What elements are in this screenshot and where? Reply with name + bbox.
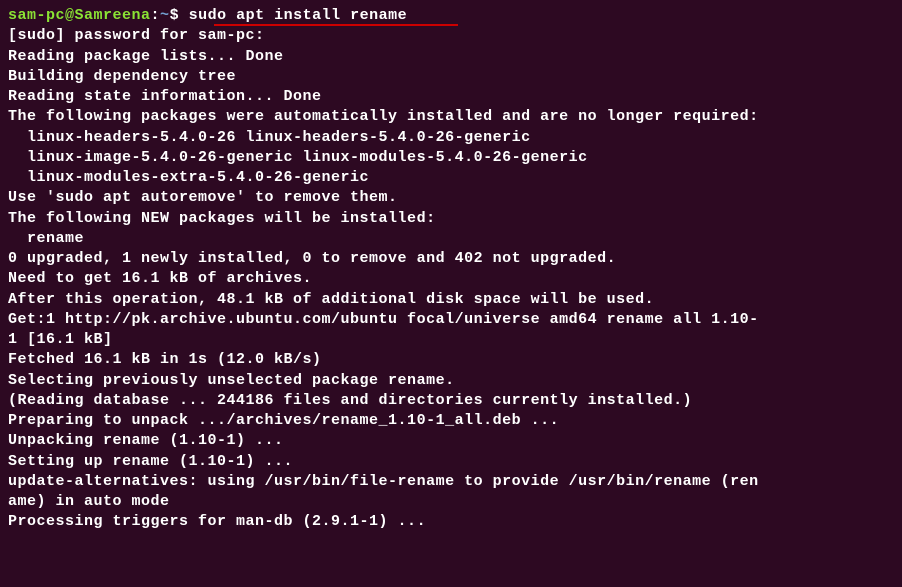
terminal-output-line: Preparing to unpack .../archives/rename_… [8,411,894,431]
terminal-output-line: ame) in auto mode [8,492,894,512]
command-input: sudo apt install rename [189,7,408,24]
terminal-output-line: Processing triggers for man-db (2.9.1-1)… [8,512,894,532]
terminal-output-line: linux-image-5.4.0-26-generic linux-modul… [8,148,894,168]
prompt-user-host: sam-pc@Samreena [8,7,151,24]
terminal-output-line: Unpacking rename (1.10-1) ... [8,431,894,451]
terminal-output-line: Reading state information... Done [8,87,894,107]
prompt-path: ~ [160,7,170,24]
terminal-output-line: Get:1 http://pk.archive.ubuntu.com/ubunt… [8,310,894,330]
terminal-output-line: Use 'sudo apt autoremove' to remove them… [8,188,894,208]
terminal-output-line: Fetched 16.1 kB in 1s (12.0 kB/s) [8,350,894,370]
terminal-output-line: The following packages were automaticall… [8,107,894,127]
terminal-prompt-line[interactable]: sam-pc@Samreena:~$ sudo apt install rena… [8,6,894,26]
terminal-output-line: After this operation, 48.1 kB of additio… [8,290,894,310]
terminal-output-line: (Reading database ... 244186 files and d… [8,391,894,411]
terminal-output-line: update-alternatives: using /usr/bin/file… [8,472,894,492]
command-highlight-underline [214,24,458,26]
terminal-output-line: 0 upgraded, 1 newly installed, 0 to remo… [8,249,894,269]
terminal-output-line: Selecting previously unselected package … [8,371,894,391]
terminal-output-line: Building dependency tree [8,67,894,87]
terminal-output-line: Setting up rename (1.10-1) ... [8,452,894,472]
terminal-output-line: 1 [16.1 kB] [8,330,894,350]
terminal-output-line: [sudo] password for sam-pc: [8,26,894,46]
terminal-output-line: The following NEW packages will be insta… [8,209,894,229]
terminal-output-line: rename [8,229,894,249]
prompt-separator: : [151,7,161,24]
terminal-output-line: linux-headers-5.4.0-26 linux-headers-5.4… [8,128,894,148]
prompt-symbol: $ [170,7,189,24]
terminal-output-line: Reading package lists... Done [8,47,894,67]
terminal-output-line: Need to get 16.1 kB of archives. [8,269,894,289]
terminal-output-line: linux-modules-extra-5.4.0-26-generic [8,168,894,188]
